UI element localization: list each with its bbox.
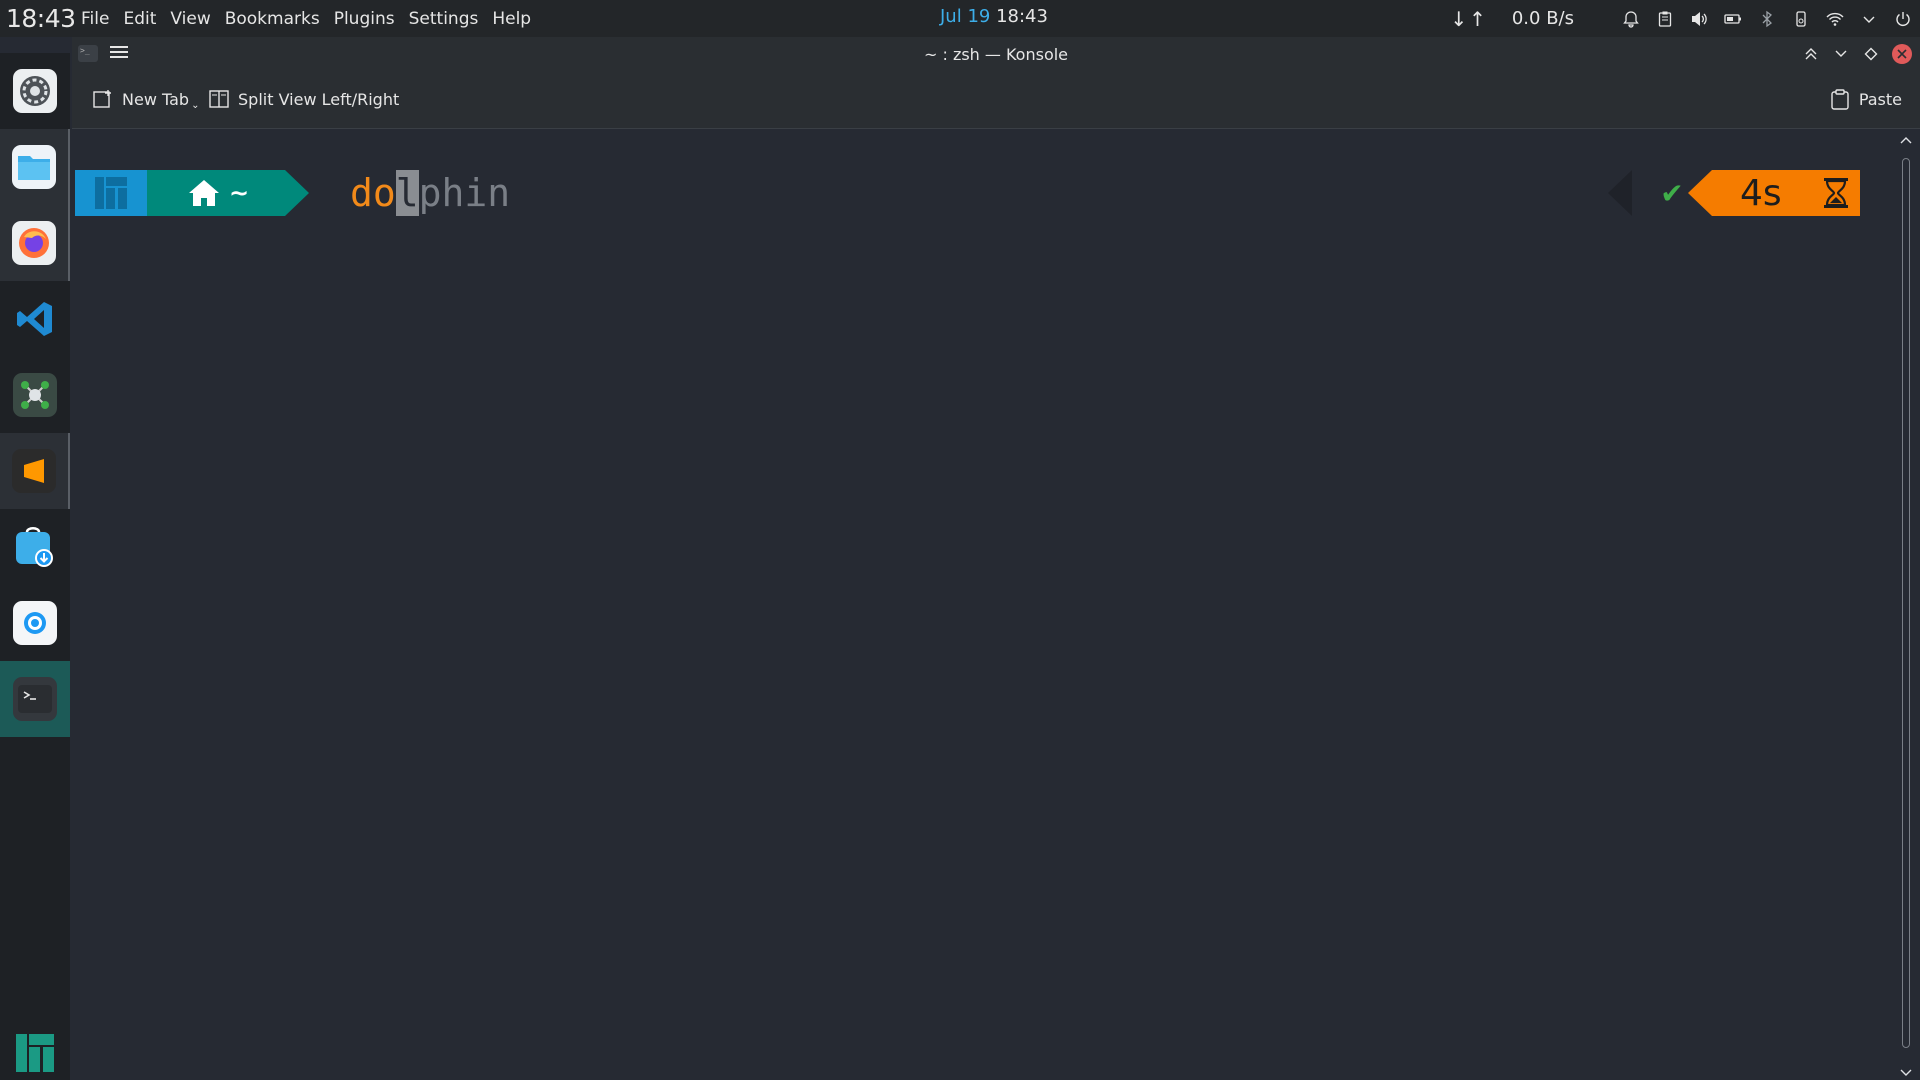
web-browser-icon: [13, 601, 57, 645]
network-speed-widget[interactable]: ↓↑ 0.0 B/s: [1450, 7, 1574, 31]
dock-item-system-settings[interactable]: [0, 53, 70, 129]
scroll-down-icon[interactable]: [1900, 1068, 1912, 1078]
scrollbar-track[interactable]: [1902, 158, 1910, 1048]
window-title: ~ : zsh — Konsole: [923, 45, 1069, 64]
command-typed: do: [350, 171, 396, 215]
maximize-icon[interactable]: [1856, 44, 1886, 64]
top-panel: 18:43 File Edit View Bookmarks Plugins S…: [0, 0, 1920, 37]
prompt-os-segment: [75, 170, 171, 216]
command-autosuggestion: phin: [418, 171, 511, 215]
split-view-icon: [209, 90, 229, 108]
software-store-icon: [13, 525, 57, 569]
volume-icon[interactable]: [1682, 0, 1716, 37]
window-controls: [1796, 44, 1912, 64]
menu-view[interactable]: View: [163, 9, 217, 29]
paste-label: Paste: [1858, 89, 1902, 109]
bluetooth-icon[interactable]: [1750, 0, 1784, 37]
konsole-window: >_ ~ : zsh — Konsole New Tab ⌄ Split Vie…: [72, 37, 1920, 1080]
manjaro-logo-icon[interactable]: [16, 1034, 54, 1072]
split-view-button[interactable]: Split View Left/Right: [208, 88, 399, 110]
clipboard-icon[interactable]: [1648, 0, 1682, 37]
network-arrows-icon: ↓↑: [1450, 6, 1488, 31]
menu-settings[interactable]: Settings: [402, 9, 486, 29]
center-time: 18:43: [996, 6, 1048, 27]
prompt-dir-text: ~: [229, 179, 250, 207]
keep-above-icon[interactable]: [1796, 44, 1826, 64]
terminal-cursor: l: [395, 170, 419, 216]
success-check-icon: ✔: [1660, 176, 1684, 210]
network-speed-value: 0.0 B/s: [1511, 8, 1574, 29]
new-tab-button[interactable]: New Tab ⌄: [92, 88, 200, 111]
chevron-down-icon: ⌄: [191, 99, 200, 111]
menu-file[interactable]: File: [74, 9, 116, 29]
chevron-down-icon[interactable]: [1852, 0, 1886, 37]
dock-item-vscode[interactable]: [0, 281, 70, 357]
split-view-label: Split View Left/Right: [238, 89, 400, 109]
minimize-icon[interactable]: [1826, 44, 1856, 64]
global-menu: File Edit View Bookmarks Plugins Setting…: [74, 9, 538, 29]
bell-icon[interactable]: [1614, 0, 1648, 37]
device-icon[interactable]: [1784, 0, 1818, 37]
hourglass-icon: [1824, 178, 1848, 208]
vscode-icon: [13, 297, 57, 341]
dock-item-firefox[interactable]: [0, 205, 70, 281]
terminal-icon: [13, 677, 57, 721]
dock-item-files[interactable]: [0, 129, 70, 205]
menu-bookmarks[interactable]: Bookmarks: [218, 9, 327, 29]
command-duration: 4s: [1740, 172, 1782, 214]
dock-item-sublime-text[interactable]: [0, 433, 70, 509]
new-tab-label: New Tab: [122, 89, 190, 109]
panel-clock[interactable]: 18:43: [0, 4, 76, 33]
dock-item-terminal[interactable]: [0, 661, 70, 737]
center-clock[interactable]: Jul 19 18:43: [940, 6, 1048, 27]
wifi-icon[interactable]: [1818, 0, 1852, 37]
prompt-right: ✔ 4s: [1608, 170, 1860, 216]
system-settings-icon: [13, 69, 57, 113]
menu-edit[interactable]: Edit: [116, 9, 163, 29]
command-line[interactable]: dolphin: [350, 170, 510, 216]
molecule-app-icon: [13, 373, 57, 417]
paste-button[interactable]: Paste: [1829, 88, 1902, 110]
dock-item-web-browser[interactable]: [0, 585, 70, 661]
new-tab-icon: [93, 90, 111, 108]
home-icon: [189, 180, 219, 206]
konsole-toolbar: New Tab ⌄ Split View Left/Right Paste: [72, 71, 1920, 129]
battery-icon[interactable]: [1716, 0, 1750, 37]
dock-item-molecule-app[interactable]: [0, 357, 70, 433]
center-date: Jul 19: [940, 6, 991, 27]
terminal-view[interactable]: ~ dolphin ✔ 4s: [72, 130, 1892, 1080]
firefox-icon: [12, 221, 56, 265]
application-dock: [0, 53, 70, 1080]
close-icon[interactable]: [1892, 44, 1912, 64]
prompt-dir-segment: ~: [147, 170, 309, 216]
power-icon[interactable]: [1886, 0, 1920, 37]
scroll-up-icon[interactable]: [1900, 135, 1912, 145]
menu-plugins[interactable]: Plugins: [327, 9, 402, 29]
menu-help[interactable]: Help: [485, 9, 538, 29]
paste-icon: [1831, 89, 1849, 110]
dock-item-software-store[interactable]: [0, 509, 70, 585]
window-titlebar[interactable]: >_ ~ : zsh — Konsole: [72, 37, 1920, 71]
manjaro-logo-icon: [95, 177, 127, 209]
terminal-scrollbar[interactable]: [1892, 130, 1920, 1080]
system-tray: ↓↑ 0.0 B/s: [1450, 0, 1920, 37]
prompt-time-segment: 4s: [1688, 170, 1860, 216]
prompt-left: ~: [75, 170, 309, 216]
files-icon: [12, 145, 56, 189]
sublime-text-icon: [12, 449, 56, 493]
